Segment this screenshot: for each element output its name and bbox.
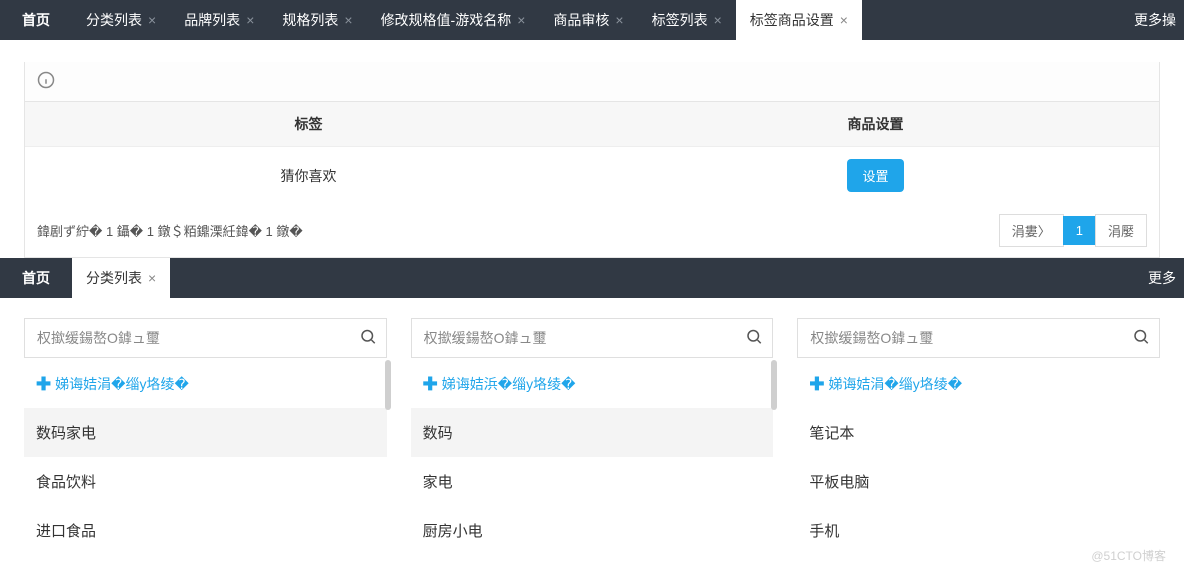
tab-2[interactable]: 规格列表 × (268, 0, 366, 40)
list-item[interactable]: 数码家电 (24, 408, 387, 457)
tab-3[interactable]: 修改规格值-游戏名称 × (367, 0, 540, 40)
close-icon[interactable]: × (148, 12, 156, 28)
tab-label: 分类列表 (86, 268, 142, 288)
content-panel: 标签 商品设置 猜你喜欢 设置 鍏剧ず紵� 1 鑷� 1 鐓＄粨鐤溧紝鍏� 1 … (24, 62, 1160, 258)
cell-label-name: 猜你喜欢 (25, 147, 592, 205)
list-item[interactable]: 厨房小电 (411, 506, 774, 555)
list-item[interactable]: 数码 (411, 408, 774, 457)
list-item[interactable]: 家电 (411, 457, 774, 506)
table-row: 猜你喜欢 设置 (25, 147, 1159, 205)
add-category-label: 娣诲姞涓�缁у垎绫� (828, 374, 962, 394)
close-icon[interactable]: × (840, 12, 848, 28)
plus-icon: ✚ (36, 375, 51, 393)
search-icon[interactable] (359, 328, 377, 349)
close-icon[interactable]: × (344, 12, 352, 28)
category-column-2: ✚娣诲姞涓�缁у垎绫�笔记本平板电脑手机 (797, 318, 1160, 555)
tab-0[interactable]: 分类列表 × (72, 258, 170, 298)
list-item[interactable]: 进口食品 (24, 506, 387, 555)
tab-label: 标签商品设置 (750, 10, 834, 30)
category-list: 笔记本平板电脑手机 (797, 408, 1160, 555)
close-icon[interactable]: × (615, 12, 623, 28)
close-icon[interactable]: × (714, 12, 722, 28)
pager-page-1[interactable]: 1 (1063, 216, 1096, 245)
tab-label: 标签列表 (652, 10, 708, 30)
set-button[interactable]: 设置 (847, 159, 903, 192)
pager-next[interactable]: 涓嬮 (1095, 214, 1147, 247)
category-column-0: ✚娣诲姞涓�缁у垎绫�数码家电食品饮料进口食品 (24, 318, 387, 555)
top-tabbar: 首页 分类列表×品牌列表×规格列表×修改规格值-游戏名称×商品审核×标签列表×标… (0, 0, 1184, 40)
close-icon[interactable]: × (148, 270, 156, 286)
search-input[interactable] (24, 318, 387, 358)
pagination: 涓婁〉 1 涓嬮 (999, 214, 1147, 247)
pager-prev[interactable]: 涓婁〉 (999, 214, 1064, 247)
search-icon[interactable] (745, 328, 763, 349)
search-input[interactable] (411, 318, 774, 358)
th-label: 标签 (25, 102, 592, 147)
tab-4[interactable]: 商品审核 × (539, 0, 637, 40)
tab-label: 修改规格值-游戏名称 (381, 10, 512, 30)
add-category-label: 娣诲姞涓�缁у垎绫� (55, 374, 189, 394)
th-goods-setting: 商品设置 (592, 102, 1159, 147)
tab-list: 分类列表×品牌列表×规格列表×修改规格值-游戏名称×商品审核×标签列表×标签商品… (72, 0, 1116, 40)
tab-list-2: 分类列表 × (72, 258, 1130, 298)
scrollbar[interactable] (385, 360, 391, 410)
list-item[interactable]: 平板电脑 (797, 457, 1160, 506)
tab-1[interactable]: 品牌列表 × (170, 0, 268, 40)
pager-info: 鍏剧ず紵� 1 鑷� 1 鐓＄粨鐤溧紝鍏� 1 鐓� (37, 221, 303, 240)
tab-label: 商品审核 (553, 10, 609, 30)
category-list: 数码家电食品饮料进口食品 (24, 408, 387, 555)
pager-row: 鍏剧ず紵� 1 鑷� 1 鐓＄粨鐤溧紝鍏� 1 鐓� 涓婁〉 1 涓嬮 (25, 204, 1159, 257)
tab-0[interactable]: 分类列表 × (72, 0, 170, 40)
tab-5[interactable]: 标签列表 × (638, 0, 736, 40)
region-category-list: 首页 分类列表× 更多 ✚娣诲姞涓�缁у垎绫�数码家电食品饮料进口食品✚娣诲姞浜… (0, 258, 1184, 555)
add-category-link[interactable]: ✚娣诲姞浜�缁у垎绫� (411, 358, 774, 408)
add-category-label: 娣诲姞浜�缁у垎绫� (442, 374, 576, 394)
category-list: 数码家电厨房小电 (411, 408, 774, 555)
tab-6[interactable]: 标签商品设置 × (736, 0, 862, 40)
tab-label: 规格列表 (282, 10, 338, 30)
label-table: 标签 商品设置 猜你喜欢 设置 (25, 102, 1159, 204)
category-column-1: ✚娣诲姞浜�缁у垎绫�数码家电厨房小电 (411, 318, 774, 555)
top-tabbar-2: 首页 分类列表 × 更多 (0, 258, 1184, 298)
alert-bar (25, 62, 1159, 102)
plus-icon: ✚ (423, 375, 438, 393)
search-input[interactable] (797, 318, 1160, 358)
close-icon[interactable]: × (517, 12, 525, 28)
watermark: @51CTO博客 (1091, 547, 1166, 564)
tab-label: 品牌列表 (184, 10, 240, 30)
scrollbar[interactable] (771, 360, 777, 410)
list-item[interactable]: 食品饮料 (24, 457, 387, 506)
cell-action: 设置 (592, 147, 1159, 205)
plus-icon: ✚ (809, 375, 824, 393)
tab-home[interactable]: 首页 (0, 0, 72, 40)
region-label-goods: 首页 分类列表×品牌列表×规格列表×修改规格值-游戏名称×商品审核×标签列表×标… (0, 0, 1184, 258)
add-category-link[interactable]: ✚娣诲姞涓�缁у垎绫� (24, 358, 387, 408)
more-ops[interactable]: 更多操 (1116, 0, 1184, 40)
close-icon[interactable]: × (246, 12, 254, 28)
add-category-link[interactable]: ✚娣诲姞涓�缁у垎绫� (797, 358, 1160, 408)
category-columns: ✚娣诲姞涓�缁у垎绫�数码家电食品饮料进口食品✚娣诲姞浜�缁у垎绫�数码家电厨房… (24, 298, 1160, 555)
search-icon[interactable] (1132, 328, 1150, 349)
more-ops-2[interactable]: 更多 (1130, 258, 1184, 298)
info-icon (37, 71, 55, 92)
tab-label: 分类列表 (86, 10, 142, 30)
tab-home-2[interactable]: 首页 (0, 258, 72, 298)
list-item[interactable]: 笔记本 (797, 408, 1160, 457)
